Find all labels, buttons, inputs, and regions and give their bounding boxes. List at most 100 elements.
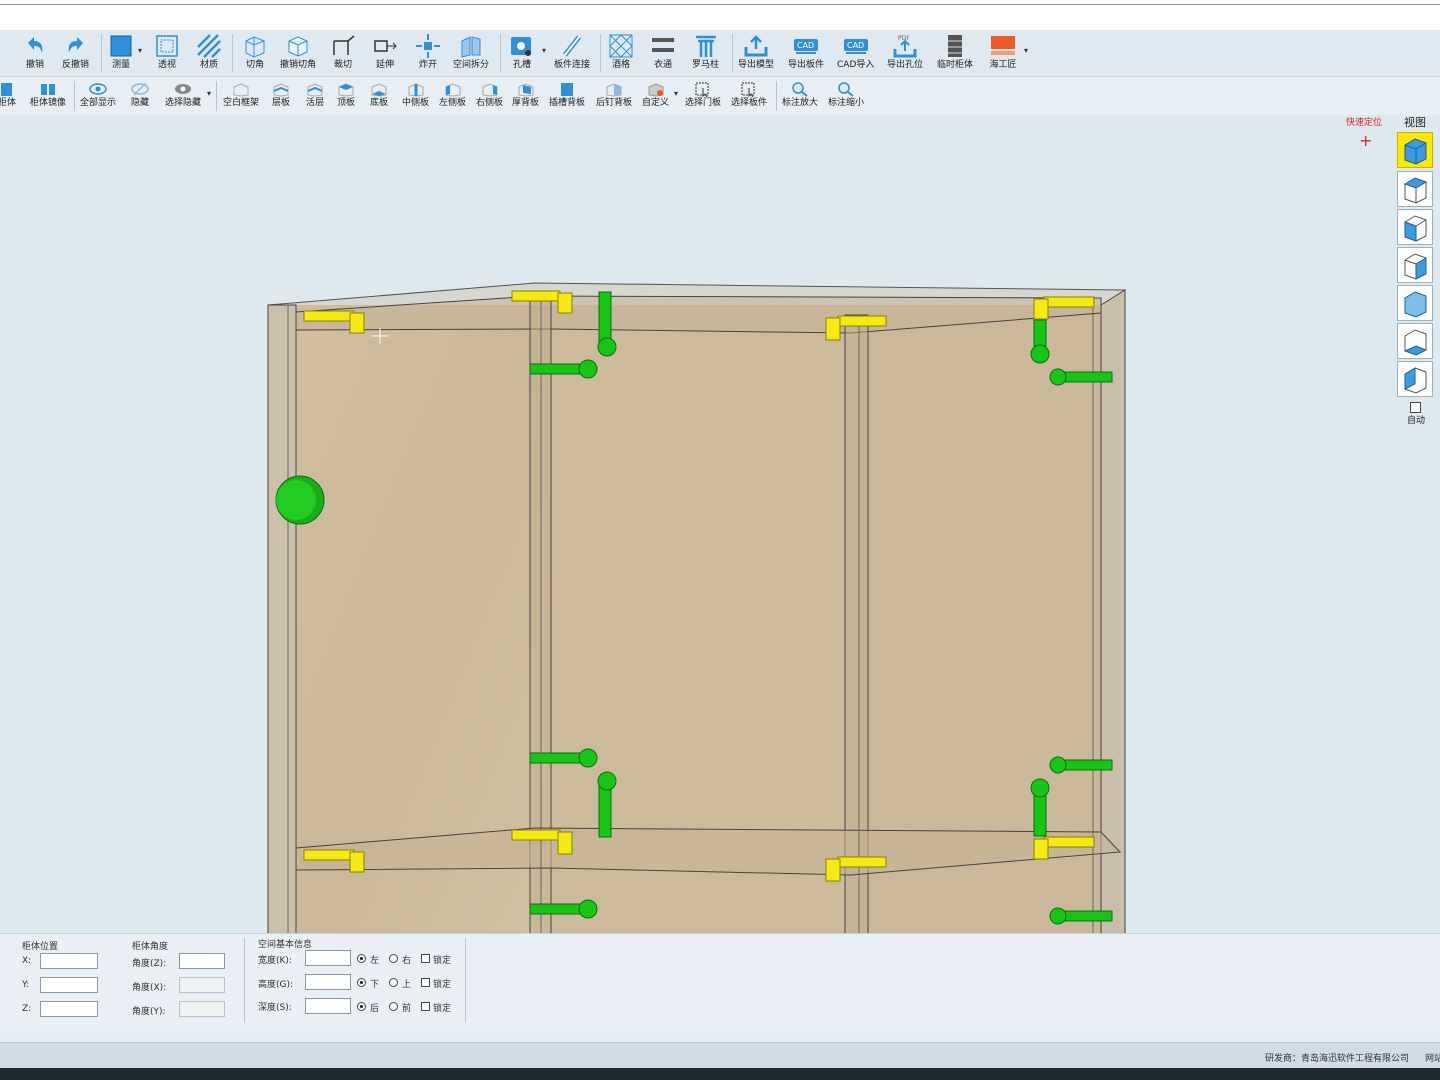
select-hide-button[interactable]: 选择隐藏: [165, 82, 201, 109]
material-button[interactable]: 材质: [196, 33, 222, 71]
view-front-button[interactable]: [1397, 209, 1433, 245]
panel-link-button[interactable]: 板件连接: [554, 33, 590, 71]
toolbar-partial-button[interactable]: [0, 33, 6, 59]
export-panel-button[interactable]: CAD 导出板件: [788, 33, 824, 71]
3d-viewport[interactable]: [0, 115, 1440, 933]
measure-icon: [110, 35, 132, 57]
height-down-radio[interactable]: [357, 978, 366, 987]
angle-z-input[interactable]: [179, 953, 225, 969]
roman-column-button[interactable]: 罗马柱: [692, 33, 719, 71]
select-door-button[interactable]: 选择门板: [685, 82, 721, 109]
quick-locate-add-button[interactable]: +: [1359, 131, 1372, 150]
crop-button[interactable]: 裁切: [330, 33, 356, 71]
depth-front-label: 前: [402, 1004, 412, 1014]
cabinet-3d-scene[interactable]: [0, 115, 1440, 933]
cad-import-button[interactable]: CAD CAD导入: [837, 33, 874, 71]
pos-y-input[interactable]: [40, 977, 98, 993]
nailed-back-panel-button[interactable]: 后钉背板: [596, 82, 632, 109]
width-input[interactable]: [305, 950, 351, 966]
bottom-panel-button[interactable]: 底板: [370, 82, 388, 109]
cabinet-button[interactable]: 柜体: [0, 82, 16, 109]
auto-view-checkbox[interactable]: [1410, 402, 1421, 413]
chamfer-button[interactable]: 切角: [242, 33, 268, 71]
chamfer-icon: [245, 36, 265, 58]
toolbar-separator: [500, 34, 501, 72]
hole-slot-button[interactable]: 孔槽: [509, 33, 535, 71]
haigongjiang-dropdown-caret[interactable]: ▾: [1024, 46, 1028, 55]
zoom-out-button[interactable]: 标注缩小: [828, 82, 864, 109]
export-model-button[interactable]: 导出模型: [738, 33, 774, 71]
height-up-radio[interactable]: [389, 978, 398, 987]
custom-dropdown-caret[interactable]: ▾: [674, 89, 678, 98]
zoom-in-icon: [792, 82, 808, 97]
temp-cabinet-button[interactable]: 临时柜体: [937, 33, 973, 71]
toolbar-separator: [101, 34, 102, 72]
view-bottom-icon: [1403, 329, 1428, 356]
height-input[interactable]: [305, 974, 351, 990]
extend-button[interactable]: 延伸: [372, 33, 398, 71]
select-door-icon: [695, 82, 709, 97]
zoom-in-button[interactable]: 标注放大: [782, 82, 818, 109]
measure-button[interactable]: 测量: [108, 33, 134, 71]
window-title-strip: [0, 0, 1440, 31]
select-panel-button[interactable]: 选择板件: [731, 82, 767, 109]
pos-x-input[interactable]: [40, 953, 98, 969]
angle-x-label: 角度(X):: [132, 983, 167, 993]
hide-button[interactable]: 隐藏: [131, 82, 149, 109]
height-lock-checkbox[interactable]: [421, 978, 430, 987]
space-info-title: 空间基本信息: [258, 940, 313, 950]
slot-back-panel-button[interactable]: 插槽背板: [549, 82, 585, 109]
main-toolbar: 撤销 反撤销 测量 ▾ 透视 材质 切角 撤销切角 裁切 延伸 炸开 空间拆分: [0, 30, 1440, 77]
view-top-button[interactable]: [1397, 171, 1433, 207]
movable-shelf-button[interactable]: 活层: [306, 82, 324, 109]
right-side-panel-button[interactable]: 右侧板: [476, 82, 503, 109]
hole-slot-dropdown-caret[interactable]: ▾: [542, 46, 546, 55]
width-lock-checkbox[interactable]: [421, 954, 430, 963]
shelf-button[interactable]: 层板: [272, 82, 290, 109]
material-icon: [197, 34, 221, 58]
thick-back-panel-button[interactable]: 厚背板: [512, 82, 539, 109]
wine-rack-button[interactable]: 酒格: [608, 33, 634, 71]
view-left-button[interactable]: [1397, 361, 1433, 397]
depth-input[interactable]: [305, 998, 351, 1014]
haigongjiang-button[interactable]: 海工匠: [988, 33, 1018, 71]
depth-front-radio[interactable]: [389, 1002, 398, 1011]
custom-button[interactable]: 自定义: [642, 82, 669, 109]
middle-side-panel-button[interactable]: 中侧板: [402, 82, 429, 109]
select-hide-dropdown-caret[interactable]: ▾: [207, 89, 211, 98]
top-panel-button[interactable]: 顶板: [337, 82, 355, 109]
export-holes-button[interactable]: PDF 导出孔位: [887, 33, 923, 71]
os-taskbar: [0, 1068, 1440, 1080]
depth-lock-checkbox[interactable]: [421, 1002, 430, 1011]
blank-frame-button[interactable]: 空白框架: [223, 82, 259, 109]
view-left-icon: [1404, 367, 1427, 394]
auto-view-label: 自动: [1407, 416, 1426, 426]
view-bottom-button[interactable]: [1397, 323, 1433, 359]
redo-icon: [68, 37, 83, 53]
website-link[interactable]: 网站: [1425, 1051, 1440, 1064]
panel-separator: [244, 938, 245, 1023]
measure-dropdown-caret[interactable]: ▾: [138, 46, 142, 55]
explode-button[interactable]: 炸开: [415, 33, 441, 71]
width-right-radio[interactable]: [389, 954, 398, 963]
view-back-button[interactable]: [1397, 285, 1433, 321]
pos-z-input[interactable]: [40, 1001, 98, 1017]
redo-button[interactable]: 反撤销: [62, 33, 89, 71]
left-side-panel-button[interactable]: 左侧板: [439, 82, 466, 109]
view-right-button[interactable]: [1397, 247, 1433, 283]
space-split-button[interactable]: 空间拆分: [453, 33, 489, 71]
width-left-radio[interactable]: [357, 954, 366, 963]
movable-shelf-icon: [307, 83, 323, 97]
undo-button[interactable]: 撤销: [22, 33, 48, 71]
width-label: 宽度(K):: [258, 956, 292, 966]
cabinet-toolbar: 柜体 柜体镜像 全部显示 隐藏 选择隐藏 ▾ 空白框架 层板 活层 顶板 底板 …: [0, 77, 1440, 115]
cabinet-mirror-button[interactable]: 柜体镜像: [30, 82, 66, 109]
depth-back-radio[interactable]: [357, 1002, 366, 1011]
height-down-label: 下: [370, 980, 380, 990]
wine-rack-icon: [609, 34, 633, 58]
show-all-button[interactable]: 全部显示: [80, 82, 116, 109]
hanging-rod-button[interactable]: 衣通: [650, 33, 676, 71]
undo-chamfer-button[interactable]: 撤销切角: [280, 33, 316, 71]
view-iso-button[interactable]: [1397, 132, 1433, 168]
perspective-button[interactable]: 透视: [154, 33, 180, 71]
